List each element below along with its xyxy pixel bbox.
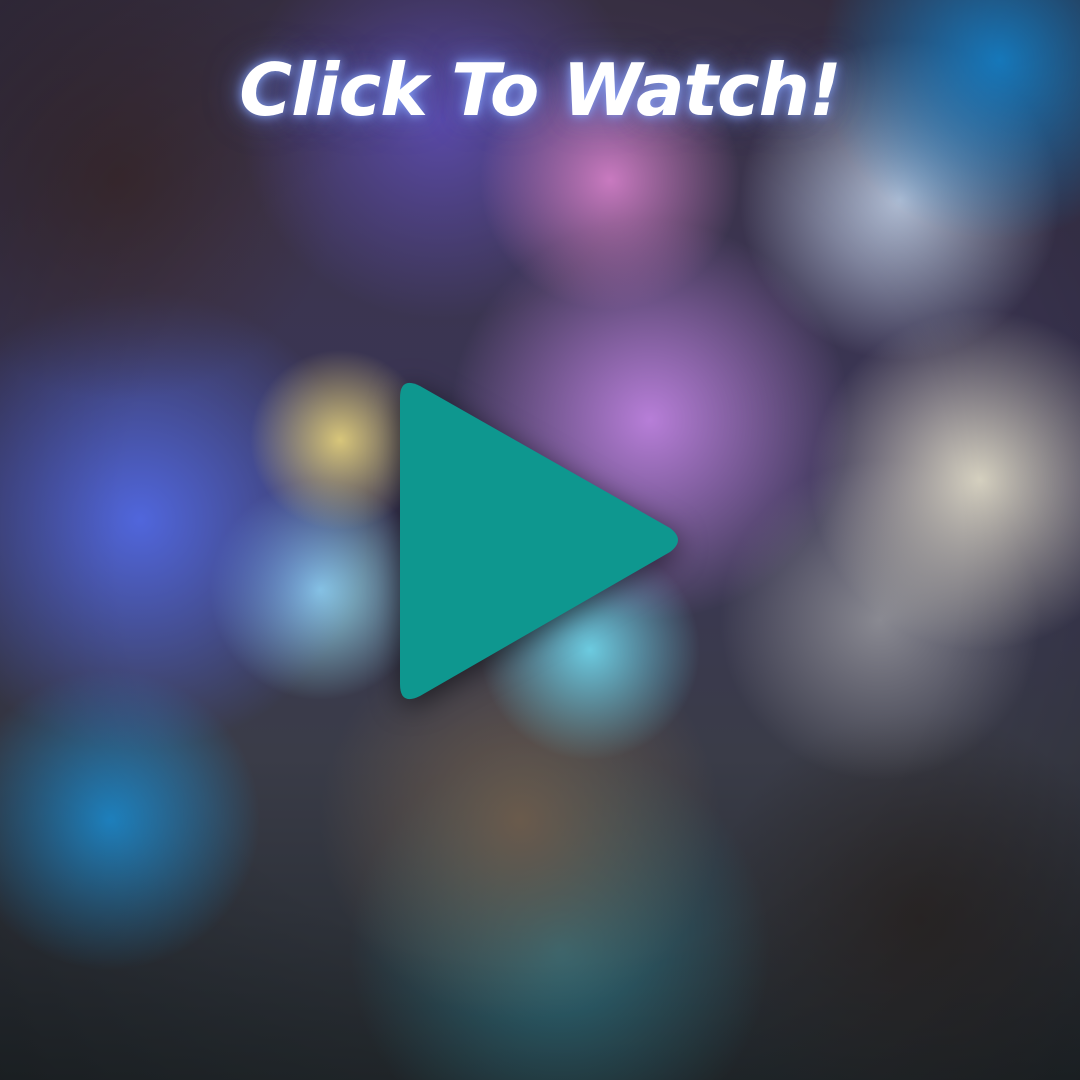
play-triangle [400, 382, 678, 700]
play-icon [400, 382, 678, 700]
play-button[interactable] [384, 366, 700, 716]
click-to-watch-headline: Click To Watch! [239, 48, 842, 132]
video-thumbnail[interactable]: Click To Watch! [0, 0, 1080, 1080]
